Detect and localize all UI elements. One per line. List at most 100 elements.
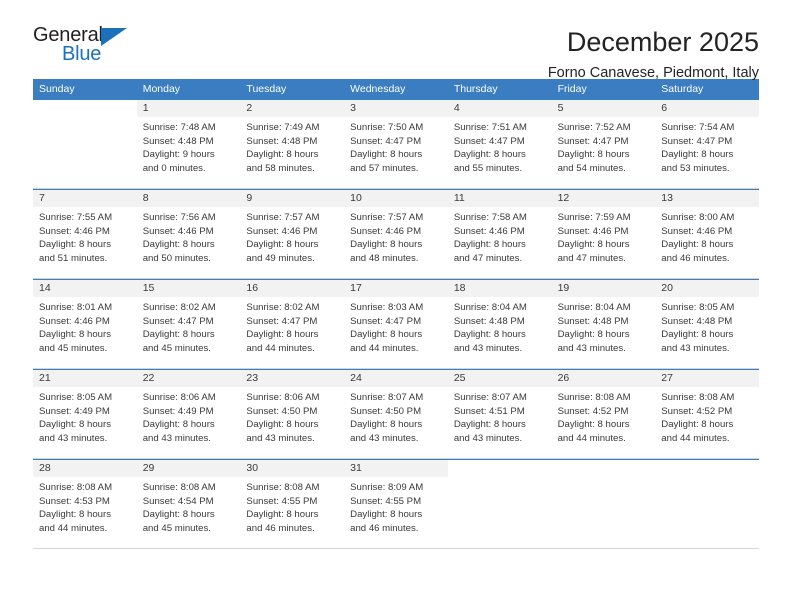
daylight-text-line1: Daylight: 8 hours	[39, 239, 111, 251]
calendar-day-cell[interactable]: 14 Sunrise: 8:01 AM Sunset: 4:46 PM Dayligh…	[33, 280, 137, 368]
weekday-header-wednesday: Wednesday	[350, 83, 406, 95]
calendar-day-cell[interactable]: 22 Sunrise: 8:06 AM Sunset: 4:49 PM Dayligh…	[136, 370, 241, 458]
sunrise-text: Sunrise: 8:00 AM	[661, 212, 735, 223]
sunset-text: Sunset: 4:50 PM	[350, 405, 422, 417]
calendar-day-cell-empty	[655, 460, 759, 548]
day-number: 14	[33, 280, 137, 297]
calendar-day-cell[interactable]: 4 Sunrise: 7:51 AM Sunset: 4:47 PM Daylight…	[447, 100, 552, 188]
sunrise-text: Sunrise: 7:57 AM	[350, 212, 424, 223]
day-details: Sunrise: 8:05 AM Sunset: 4:48 PM Daylight:…	[655, 297, 759, 355]
calendar-day-cell[interactable]: 23 Sunrise: 8:06 AM Sunset: 4:50 PM Dayligh…	[240, 370, 345, 458]
sunset-text: Sunset: 4:46 PM	[661, 225, 733, 237]
calendar-day-cell[interactable]: 19 Sunrise: 8:04 AM Sunset: 4:48 PM Dayligh…	[551, 280, 656, 368]
calendar-day-cell[interactable]: 7 Sunrise: 7:55 AM Sunset: 4:46 PM Daylight…	[33, 190, 137, 278]
calendar-day-cell[interactable]: 21 Sunrise: 8:05 AM Sunset: 4:49 PM Dayligh…	[33, 370, 137, 458]
day-details: Sunrise: 8:05 AM Sunset: 4:49 PM Daylight:…	[33, 387, 137, 445]
sunset-text: Sunset: 4:47 PM	[350, 315, 422, 327]
sunrise-text: Sunrise: 8:01 AM	[39, 302, 113, 313]
daylight-text-line2: and 55 minutes.	[453, 162, 523, 174]
sunrise-text: Sunrise: 7:56 AM	[142, 212, 216, 223]
sunrise-text: Sunrise: 8:08 AM	[557, 392, 631, 403]
day-number: 25	[447, 370, 552, 387]
day-details: Sunrise: 7:55 AM Sunset: 4:46 PM Daylight:…	[33, 207, 137, 265]
day-details: Sunrise: 8:04 AM Sunset: 4:48 PM Daylight:…	[552, 297, 656, 355]
general-blue-logo: General Blue	[33, 24, 153, 70]
logo-text-blue: Blue	[62, 43, 102, 65]
sunset-text: Sunset: 4:48 PM	[661, 315, 733, 327]
calendar-week-row: 7 Sunrise: 7:55 AM Sunset: 4:46 PM Daylight…	[33, 189, 759, 279]
calendar-week-row: 21 Sunrise: 8:05 AM Sunset: 4:49 PM Dayligh…	[33, 369, 759, 459]
sunrise-text: Sunrise: 8:06 AM	[246, 392, 320, 403]
calendar-week-row: 14 Sunrise: 8:01 AM Sunset: 4:46 PM Dayligh…	[33, 279, 759, 369]
calendar-day-cell[interactable]: 15 Sunrise: 8:02 AM Sunset: 4:47 PM Dayligh…	[136, 280, 241, 368]
calendar-day-cell[interactable]: 9 Sunrise: 7:57 AM Sunset: 4:46 PM Daylight…	[240, 190, 345, 278]
calendar-day-cell[interactable]: 20 Sunrise: 8:05 AM Sunset: 4:48 PM Dayligh…	[655, 280, 759, 368]
calendar-day-cell[interactable]: 1 Sunrise: 7:48 AM Sunset: 4:48 PM Daylight…	[136, 100, 241, 188]
sunset-text: Sunset: 4:46 PM	[453, 225, 525, 237]
day-details: Sunrise: 8:06 AM Sunset: 4:50 PM Daylight:…	[240, 387, 344, 445]
day-number: 31	[344, 460, 448, 477]
daylight-text-line2: and 58 minutes.	[246, 162, 315, 174]
sunrise-text: Sunrise: 8:08 AM	[39, 482, 113, 493]
calendar-day-cell[interactable]: 25 Sunrise: 8:07 AM Sunset: 4:51 PM Dayligh…	[447, 370, 552, 458]
calendar-day-cell[interactable]: 28 Sunrise: 8:08 AM Sunset: 4:53 PM Dayligh…	[33, 460, 137, 548]
calendar-day-cell[interactable]: 12 Sunrise: 7:59 AM Sunset: 4:46 PM Dayligh…	[551, 190, 656, 278]
calendar-day-cell[interactable]: 16 Sunrise: 8:02 AM Sunset: 4:47 PM Dayligh…	[240, 280, 345, 368]
daylight-text-line1: Daylight: 8 hours	[453, 329, 526, 341]
day-number: 6	[655, 100, 759, 117]
calendar-day-cell[interactable]: 10 Sunrise: 7:57 AM Sunset: 4:46 PM Dayligh…	[344, 190, 448, 278]
sunrise-text: Sunrise: 7:48 AM	[142, 122, 216, 133]
daylight-text-line2: and 57 minutes.	[350, 162, 419, 174]
day-number: 7	[33, 190, 137, 207]
calendar-day-cell[interactable]: 5 Sunrise: 7:52 AM Sunset: 4:47 PM Daylight…	[551, 100, 656, 188]
day-number: 22	[136, 370, 241, 387]
calendar-day-cell[interactable]: 11 Sunrise: 7:58 AM Sunset: 4:46 PM Dayligh…	[447, 190, 552, 278]
calendar-day-cell[interactable]: 17 Sunrise: 8:03 AM Sunset: 4:47 PM Dayligh…	[344, 280, 448, 368]
daylight-text-line2: and 54 minutes.	[557, 162, 626, 174]
calendar-day-cell[interactable]: 2 Sunrise: 7:49 AM Sunset: 4:48 PM Daylight…	[240, 100, 345, 188]
calendar-day-cell[interactable]: 8 Sunrise: 7:56 AM Sunset: 4:46 PM Daylight…	[136, 190, 241, 278]
daylight-text-line2: and 51 minutes.	[39, 252, 108, 264]
day-details: Sunrise: 7:49 AM Sunset: 4:48 PM Daylight:…	[240, 117, 344, 175]
calendar-day-cell[interactable]: 18 Sunrise: 8:04 AM Sunset: 4:48 PM Dayligh…	[447, 280, 552, 368]
sunset-text: Sunset: 4:51 PM	[453, 405, 525, 417]
daylight-text-line2: and 43 minutes.	[246, 432, 315, 444]
daylight-text-line2: and 44 minutes.	[661, 432, 730, 444]
calendar-day-cell-empty	[447, 460, 552, 548]
daylight-text-line1: Daylight: 8 hours	[246, 419, 319, 431]
calendar-day-cell[interactable]: 3 Sunrise: 7:50 AM Sunset: 4:47 PM Daylight…	[344, 100, 448, 188]
calendar-day-cell[interactable]: 6 Sunrise: 7:54 AM Sunset: 4:47 PM Daylight…	[655, 100, 759, 188]
sunset-text: Sunset: 4:47 PM	[661, 135, 733, 147]
daylight-text-line2: and 43 minutes.	[453, 432, 523, 444]
sunrise-text: Sunrise: 8:07 AM	[453, 392, 527, 403]
daylight-text-line1: Daylight: 8 hours	[453, 419, 526, 431]
calendar-day-cell[interactable]: 27 Sunrise: 8:08 AM Sunset: 4:52 PM Dayligh…	[655, 370, 759, 458]
sunset-text: Sunset: 4:47 PM	[142, 315, 214, 327]
day-number: 30	[240, 460, 345, 477]
weekday-header-tuesday: Tuesday	[246, 83, 287, 95]
day-details: Sunrise: 7:56 AM Sunset: 4:46 PM Daylight:…	[137, 207, 241, 265]
daylight-text-line2: and 0 minutes.	[142, 162, 206, 174]
day-number: 24	[344, 370, 448, 387]
day-number: 29	[136, 460, 241, 477]
calendar-day-cell[interactable]: 13 Sunrise: 8:00 AM Sunset: 4:46 PM Dayligh…	[655, 190, 759, 278]
sunrise-text: Sunrise: 8:02 AM	[246, 302, 320, 313]
calendar-day-cell[interactable]: 30 Sunrise: 8:08 AM Sunset: 4:55 PM Dayligh…	[240, 460, 345, 548]
triangle-icon	[101, 28, 127, 46]
daylight-text-line2: and 43 minutes.	[350, 432, 419, 444]
sunset-text: Sunset: 4:47 PM	[246, 315, 318, 327]
daylight-text-line2: and 45 minutes.	[39, 342, 108, 354]
daylight-text-line2: and 45 minutes.	[142, 342, 211, 354]
title-block: December 2025 Forno Canavese, Piedmont, …	[548, 24, 759, 84]
daylight-text-line1: Daylight: 8 hours	[557, 149, 630, 161]
calendar-day-cell[interactable]: 24 Sunrise: 8:07 AM Sunset: 4:50 PM Dayligh…	[344, 370, 448, 458]
daylight-text-line1: Daylight: 8 hours	[557, 239, 630, 251]
weekday-header-row: Sunday Monday Tuesday Wednesday Thursday…	[33, 79, 759, 100]
daylight-text-line2: and 43 minutes.	[453, 342, 523, 354]
calendar-day-cell[interactable]: 26 Sunrise: 8:08 AM Sunset: 4:52 PM Dayligh…	[551, 370, 656, 458]
calendar-day-cell[interactable]: 29 Sunrise: 8:08 AM Sunset: 4:54 PM Dayligh…	[136, 460, 241, 548]
daylight-text-line2: and 45 minutes.	[142, 522, 211, 534]
daylight-text-line2: and 49 minutes.	[246, 252, 315, 264]
sunset-text: Sunset: 4:46 PM	[557, 225, 629, 237]
calendar-day-cell[interactable]: 31 Sunrise: 8:09 AM Sunset: 4:55 PM Dayligh…	[344, 460, 448, 548]
